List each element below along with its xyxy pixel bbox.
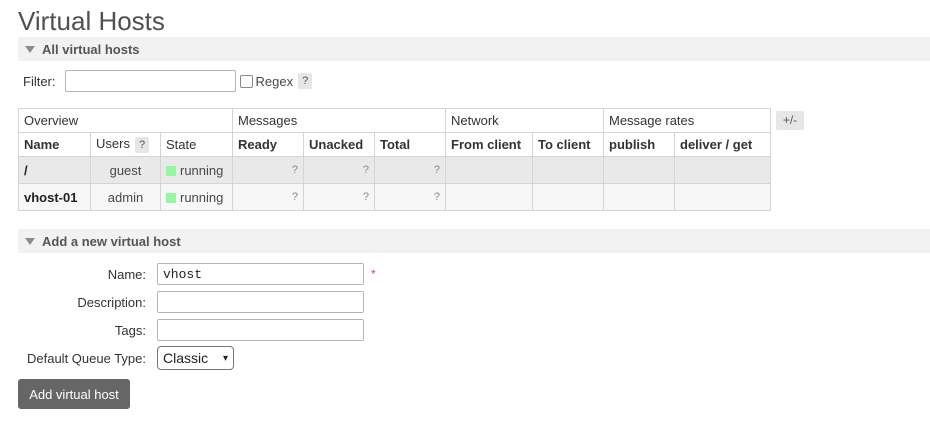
- vhost-state: running: [160, 183, 233, 211]
- vhost-state-label: running: [180, 162, 224, 178]
- description-input[interactable]: [157, 291, 364, 313]
- vhost-publish: [603, 183, 675, 211]
- col-from-client[interactable]: From client: [445, 132, 533, 157]
- vhost-name-link[interactable]: /: [18, 156, 91, 184]
- filter-row: Filter: Regex ?: [23, 70, 313, 92]
- col-state[interactable]: State: [160, 132, 233, 157]
- col-users[interactable]: Users?: [90, 132, 161, 157]
- group-overview: Overview: [18, 108, 233, 133]
- columns-toggle-button[interactable]: +/-: [776, 111, 804, 130]
- vhost-users: admin: [90, 183, 161, 211]
- page-title: Virtual Hosts: [18, 6, 165, 36]
- regex-checkbox[interactable]: [239, 74, 253, 88]
- group-network: Network: [445, 108, 604, 133]
- vhost-state-label: running: [180, 189, 224, 205]
- section-title: Add a new virtual host: [42, 233, 181, 249]
- col-users-label: Users: [96, 136, 130, 151]
- col-to-client[interactable]: To client: [532, 132, 604, 157]
- add-vhost-section-header[interactable]: Add a new virtual host: [18, 229, 930, 253]
- all-vhosts-section-header[interactable]: All virtual hosts: [18, 37, 930, 61]
- vhost-publish: [603, 156, 675, 184]
- name-row: Name: *: [18, 263, 376, 285]
- vhost-users: guest: [90, 156, 161, 184]
- vhost-from-client: [445, 183, 533, 211]
- regex-help-icon[interactable]: ?: [298, 73, 313, 89]
- table-row: / guest running ? ? ?: [18, 156, 771, 184]
- vhost-to-client: [532, 183, 604, 211]
- queue-type-label: Default Queue Type:: [26, 350, 146, 366]
- group-messages: Messages: [232, 108, 446, 133]
- table-row: vhost-01 admin running ? ? ?: [18, 183, 771, 211]
- group-message-rates: Message rates: [603, 108, 771, 133]
- regex-label: Regex: [255, 73, 294, 89]
- chevron-down-icon: ▾: [222, 352, 228, 364]
- col-total[interactable]: Total: [374, 132, 446, 157]
- vhost-name-link[interactable]: vhost-01: [18, 183, 91, 211]
- collapse-triangle-icon: [25, 45, 35, 53]
- queue-type-value: Classic: [163, 350, 209, 366]
- required-mark: *: [371, 267, 376, 281]
- vhost-total: ?: [374, 156, 446, 184]
- col-unacked[interactable]: Unacked: [303, 132, 375, 157]
- vhost-to-client: [532, 156, 604, 184]
- vhosts-table: Overview Messages Network Message rates …: [18, 108, 771, 211]
- vhost-ready: ?: [232, 156, 304, 184]
- filter-input[interactable]: [64, 70, 236, 92]
- name-input[interactable]: [157, 263, 364, 285]
- name-label: Name:: [107, 266, 146, 282]
- tags-input[interactable]: [157, 319, 364, 341]
- col-deliver-get[interactable]: deliver / get: [674, 132, 771, 157]
- vhost-ready: ?: [232, 183, 304, 211]
- queue-type-select[interactable]: Classic ▾: [157, 346, 234, 370]
- running-status-icon: [166, 165, 176, 176]
- vhost-deliver-get: [674, 156, 771, 184]
- tags-label: Tags:: [114, 322, 146, 338]
- collapse-triangle-icon: [25, 237, 35, 245]
- tags-row: Tags:: [18, 319, 364, 341]
- filter-label: Filter:: [23, 73, 56, 89]
- vhost-state: running: [160, 156, 233, 184]
- vhost-deliver-get: [674, 183, 771, 211]
- running-status-icon: [166, 192, 176, 203]
- description-row: Description:: [18, 291, 364, 313]
- vhost-unacked: ?: [303, 156, 375, 184]
- col-ready[interactable]: Ready: [232, 132, 304, 157]
- vhost-unacked: ?: [303, 183, 375, 211]
- section-title: All virtual hosts: [42, 41, 140, 57]
- col-name[interactable]: Name: [18, 132, 91, 157]
- vhost-total: ?: [374, 183, 446, 211]
- queue-type-row: Default Queue Type: Classic ▾: [18, 346, 234, 370]
- description-label: Description:: [77, 294, 146, 310]
- users-help-icon[interactable]: ?: [134, 137, 150, 153]
- col-publish[interactable]: publish: [603, 132, 675, 157]
- vhost-from-client: [445, 156, 533, 184]
- add-virtual-host-button[interactable]: Add virtual host: [18, 379, 130, 409]
